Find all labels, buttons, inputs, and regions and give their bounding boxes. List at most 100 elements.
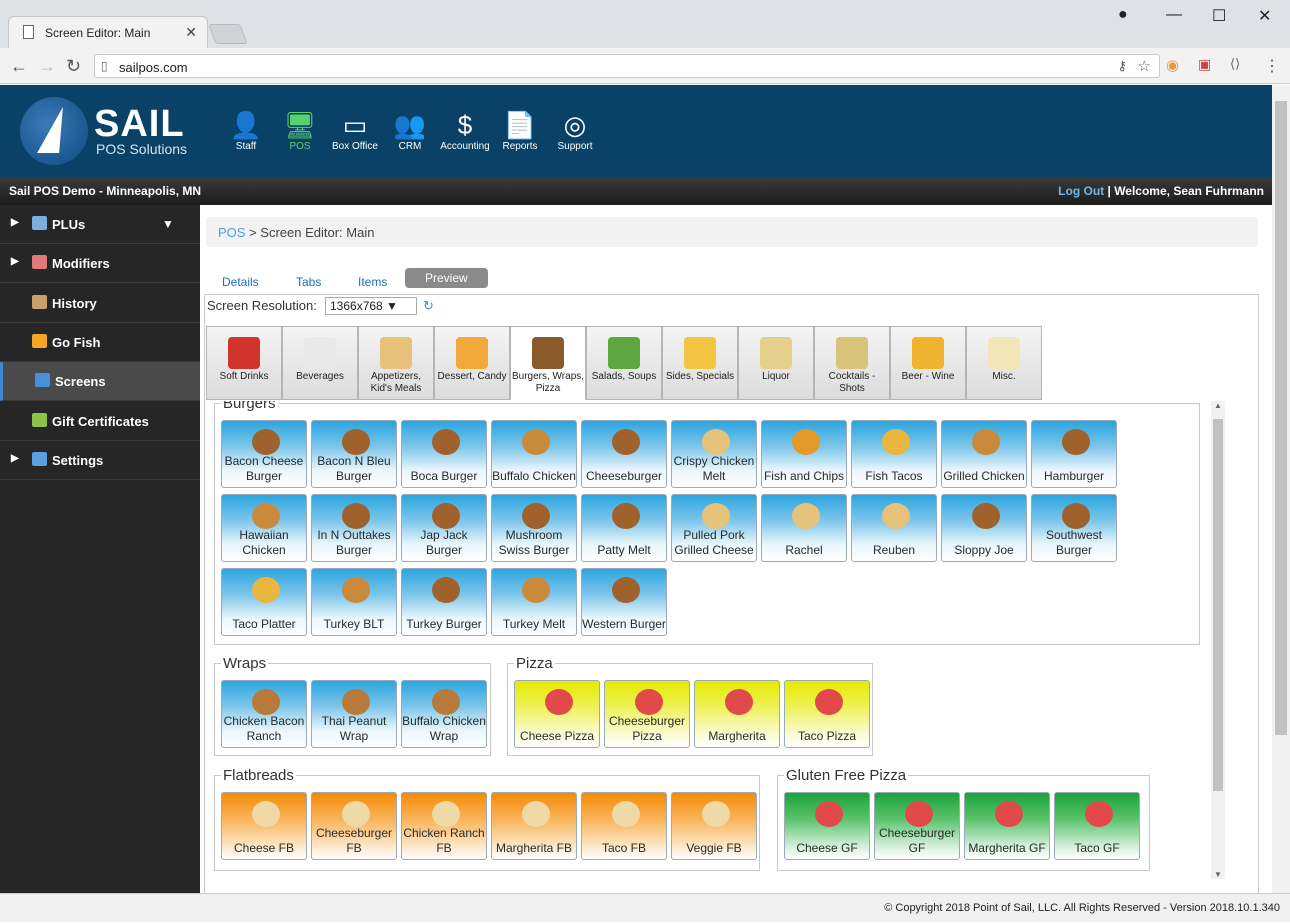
category-tab[interactable]: Liquor xyxy=(738,326,814,400)
item-button[interactable]: Chicken Ranch FB xyxy=(401,792,487,860)
item-button[interactable]: Turkey BLT xyxy=(311,568,397,636)
tab-items[interactable]: Items xyxy=(358,275,387,289)
grid-scroll-thumb[interactable] xyxy=(1213,419,1223,791)
item-button[interactable]: Pulled Pork Grilled Cheese xyxy=(671,494,757,562)
reload-icon[interactable]: ↻ xyxy=(66,56,81,77)
nav-accounting[interactable]: $ Accounting xyxy=(437,109,493,152)
item-button[interactable]: Buffalo Chicken Wrap xyxy=(401,680,487,748)
item-button[interactable]: Cheeseburger Pizza xyxy=(604,680,690,748)
minimize-icon[interactable]: — xyxy=(1166,6,1182,24)
item-button[interactable]: Sloppy Joe xyxy=(941,494,1027,562)
item-button[interactable]: Boca Burger xyxy=(401,420,487,488)
item-button[interactable]: Cheeseburger xyxy=(581,420,667,488)
item-button[interactable]: Veggie FB xyxy=(671,792,757,860)
category-tab[interactable]: Salads, Soups xyxy=(586,326,662,400)
sidebar-item-settings[interactable]: ▶ Settings xyxy=(0,441,200,480)
expand-arrow-icon[interactable]: ▶ xyxy=(11,453,19,464)
extension-icon[interactable]: ▣ xyxy=(1198,56,1211,73)
page-info-icon[interactable]: ▯ xyxy=(101,59,108,73)
category-tab[interactable]: Cocktails - Shots xyxy=(814,326,890,400)
tab-tabs[interactable]: Tabs xyxy=(296,275,321,289)
item-button[interactable]: Cheese Pizza xyxy=(514,680,600,748)
category-tab[interactable]: Beer - Wine xyxy=(890,326,966,400)
category-tab[interactable]: Appetizers, Kid's Meals xyxy=(358,326,434,400)
item-button[interactable]: Bacon Cheese Burger xyxy=(221,420,307,488)
item-button[interactable]: In N Outtakes Burger xyxy=(311,494,397,562)
category-tab[interactable]: Beverages xyxy=(282,326,358,400)
sidebar-item-plus[interactable]: ▶ PLUs ▼ xyxy=(0,205,200,244)
breadcrumb-pos-link[interactable]: POS xyxy=(218,225,245,240)
item-button[interactable]: Patty Melt xyxy=(581,494,667,562)
item-button[interactable]: Margherita xyxy=(694,680,780,748)
item-button[interactable]: Cheese GF xyxy=(784,792,870,860)
sidebar-item-gift-certificates[interactable]: Gift Certificates xyxy=(0,402,200,441)
sidebar-item-go-fish[interactable]: Go Fish xyxy=(0,323,200,362)
back-icon[interactable]: ← xyxy=(10,56,28,77)
forward-icon[interactable]: → xyxy=(38,56,56,77)
scroll-down-icon[interactable]: ▼ xyxy=(1214,870,1222,879)
category-tab[interactable]: Burgers, Wraps, Pizza xyxy=(510,326,586,400)
nav-reports[interactable]: 📄 Reports xyxy=(492,109,548,152)
item-button[interactable]: Cheeseburger FB xyxy=(311,792,397,860)
page-scroll-thumb[interactable] xyxy=(1275,101,1287,735)
logout-link[interactable]: Log Out xyxy=(1058,184,1104,198)
sidebar-item-modifiers[interactable]: ▶ Modifiers xyxy=(0,244,200,284)
item-button[interactable]: Jap Jack Burger xyxy=(401,494,487,562)
item-button[interactable]: Southwest Burger xyxy=(1031,494,1117,562)
item-button[interactable]: Thai Peanut Wrap xyxy=(311,680,397,748)
maximize-icon[interactable]: ☐ xyxy=(1212,6,1226,26)
expand-arrow-icon[interactable]: ▶ xyxy=(11,256,19,267)
nav-support[interactable]: ◎ Support xyxy=(547,109,603,152)
item-button[interactable]: Fish Tacos xyxy=(851,420,937,488)
item-button[interactable]: Buffalo Chicken xyxy=(491,420,577,488)
sail-logo[interactable] xyxy=(20,97,88,165)
item-button[interactable]: Fish and Chips xyxy=(761,420,847,488)
close-tab-icon[interactable]: ✕ xyxy=(185,24,197,41)
category-tab[interactable]: Misc. xyxy=(966,326,1042,400)
item-button[interactable]: Grilled Chicken xyxy=(941,420,1027,488)
item-button[interactable]: Reuben xyxy=(851,494,937,562)
sidebar-item-history[interactable]: History xyxy=(0,284,200,323)
sidebar-item-screens[interactable]: Screens xyxy=(0,362,200,402)
nav-crm[interactable]: 👥 CRM xyxy=(382,109,438,152)
new-tab-button[interactable] xyxy=(208,24,248,44)
item-button[interactable]: Cheeseburger GF xyxy=(874,792,960,860)
tab-details[interactable]: Details xyxy=(222,275,259,289)
nav-pos[interactable]: 🖥 POS xyxy=(272,109,328,152)
tab-preview[interactable]: Preview xyxy=(405,268,488,288)
filter-icon[interactable]: ▼ xyxy=(162,217,174,231)
extension-color-icon[interactable]: ◉ xyxy=(1166,56,1179,74)
item-button[interactable]: Mushroom Swiss Burger xyxy=(491,494,577,562)
item-button[interactable]: Taco GF xyxy=(1054,792,1140,860)
star-icon[interactable]: ☆ xyxy=(1138,57,1151,75)
item-button[interactable]: Bacon N Bleu Burger xyxy=(311,420,397,488)
devtools-icon[interactable]: ⟨⟩ xyxy=(1230,56,1240,72)
item-button[interactable]: Taco Pizza xyxy=(784,680,870,748)
item-button[interactable]: Hawaiian Chicken xyxy=(221,494,307,562)
item-button[interactable]: Rachel xyxy=(761,494,847,562)
expand-arrow-icon[interactable]: ▶ xyxy=(11,217,19,228)
browser-tab[interactable]: Screen Editor: Main ✕ xyxy=(8,16,208,48)
item-button[interactable]: Western Burger xyxy=(581,568,667,636)
grid-scrollbar[interactable]: ▲ ▼ xyxy=(1211,401,1225,879)
item-button[interactable]: Turkey Burger xyxy=(401,568,487,636)
category-tab[interactable]: Sides, Specials xyxy=(662,326,738,400)
item-button[interactable]: Crispy Chicken Melt xyxy=(671,420,757,488)
item-button[interactable]: Chicken Bacon Ranch xyxy=(221,680,307,748)
category-tab[interactable]: Dessert, Candy xyxy=(434,326,510,400)
item-button[interactable]: Margherita FB xyxy=(491,792,577,860)
nav-box-office[interactable]: ▭ Box Office xyxy=(327,109,383,152)
category-tab[interactable]: Soft Drinks xyxy=(206,326,282,400)
resolution-select[interactable]: 1366x768 ▼ xyxy=(325,297,417,315)
item-button[interactable]: Cheese FB xyxy=(221,792,307,860)
page-scrollbar[interactable] xyxy=(1272,85,1290,893)
profile-icon[interactable]: ● xyxy=(1118,6,1128,24)
menu-icon[interactable]: ⋮ xyxy=(1264,56,1280,76)
item-button[interactable]: Turkey Melt xyxy=(491,568,577,636)
scroll-up-icon[interactable]: ▲ xyxy=(1214,401,1222,410)
item-button[interactable]: Taco Platter xyxy=(221,568,307,636)
key-icon[interactable]: ⚷ xyxy=(1117,58,1127,74)
close-window-icon[interactable]: ✕ xyxy=(1258,6,1271,26)
refresh-icon[interactable]: ↻ xyxy=(423,298,434,314)
address-bar[interactable]: ▯ sailpos.com ⚷ ☆ xyxy=(94,54,1160,78)
